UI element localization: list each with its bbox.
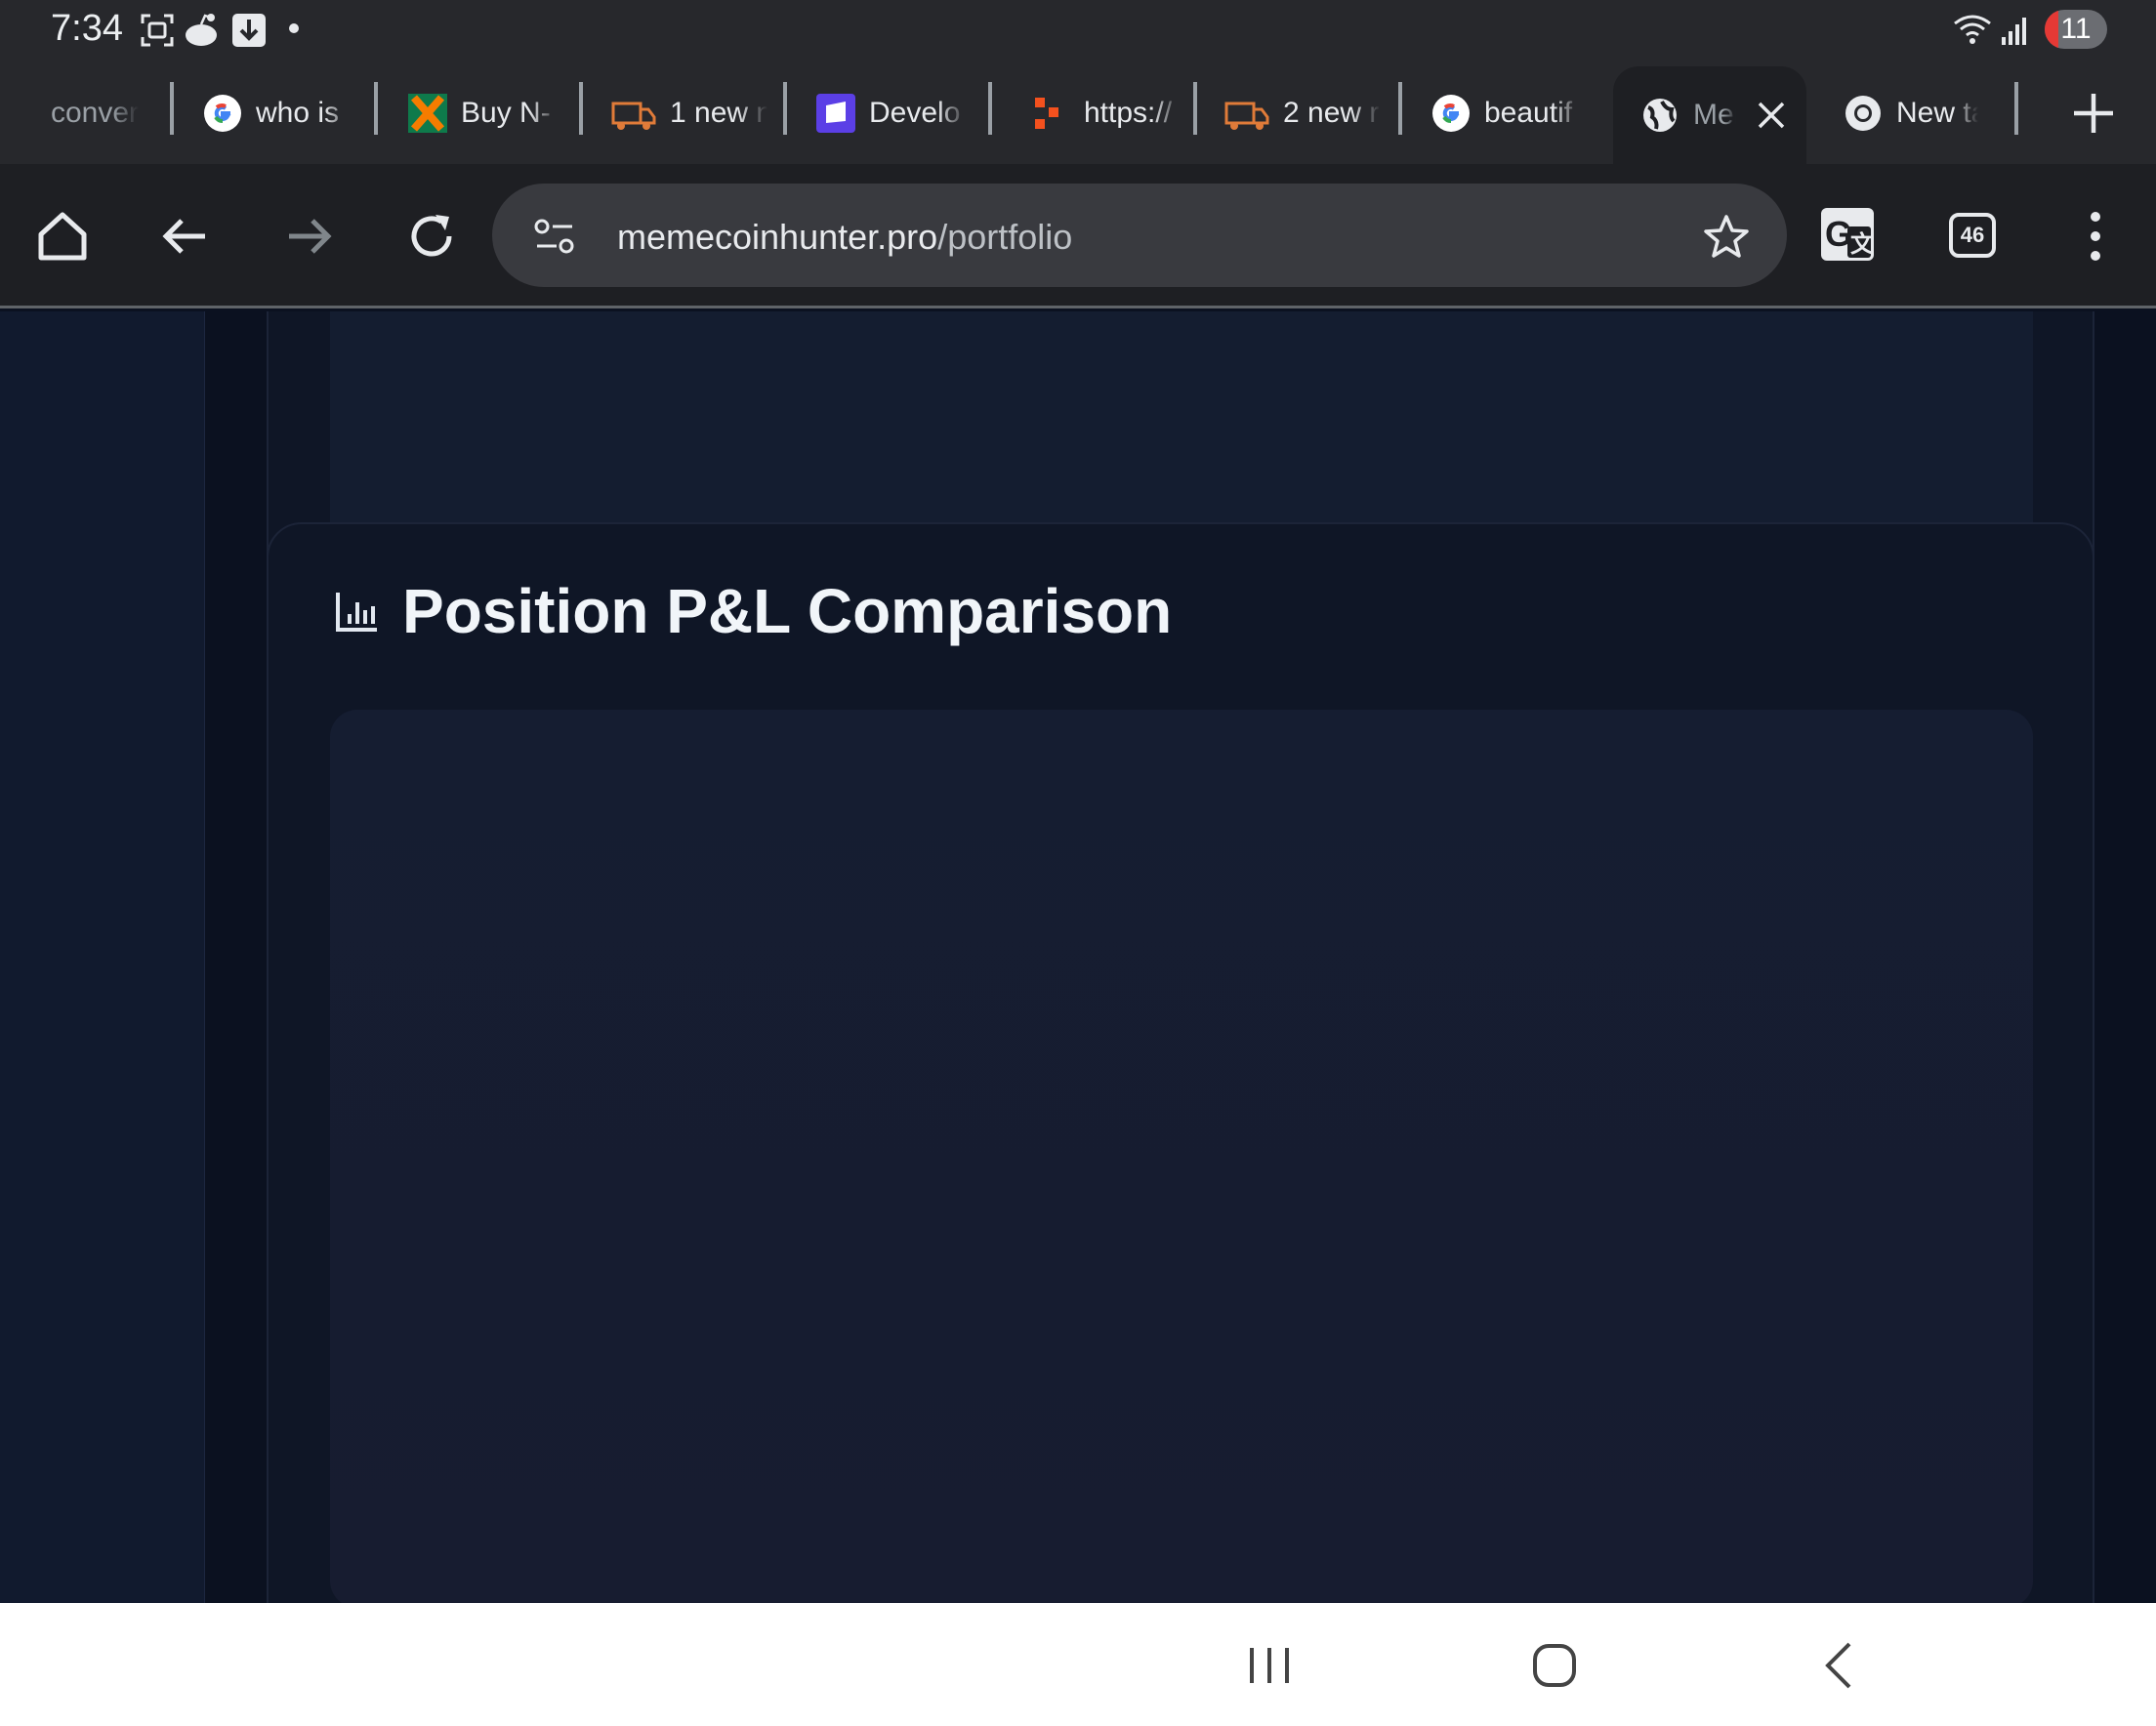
- signal-icon: [2002, 18, 2026, 45]
- purple-app-icon: [816, 94, 855, 133]
- battery-level: 11: [2060, 13, 2092, 45]
- bar-chart-icon: [336, 593, 377, 632]
- tab-label: Develo: [869, 97, 961, 129]
- tab-label: who is: [256, 97, 340, 129]
- tab-7[interactable]: beautif: [1431, 62, 1597, 164]
- card-title: Position P&L Comparison: [402, 576, 1173, 646]
- home-button[interactable]: [33, 207, 92, 266]
- tab-label: conver: [51, 97, 139, 129]
- url-text[interactable]: memecoinhunter.pro/portfolio: [617, 217, 1072, 258]
- translate-icon[interactable]: G 文: [1818, 205, 1877, 264]
- tab-separator: [988, 82, 992, 135]
- forward-button[interactable]: [279, 207, 338, 266]
- recent-apps-button[interactable]: [1240, 1636, 1299, 1695]
- reload-button[interactable]: [402, 207, 461, 266]
- tab-label: Buy N-: [461, 97, 551, 129]
- battery-indicator: 11: [2045, 10, 2107, 49]
- google-icon: [1432, 95, 1470, 132]
- notification-dot: [289, 23, 299, 33]
- tab-label: beautif: [1484, 97, 1573, 129]
- tab-label: 2 new r: [1283, 97, 1380, 129]
- system-navigation-bar: [0, 1603, 2156, 1726]
- tab-separator: [374, 82, 378, 135]
- truck-icon: [1224, 102, 1269, 130]
- wifi-icon: [1954, 15, 1991, 44]
- site-settings-icon[interactable]: [533, 217, 576, 256]
- tab-8-active[interactable]: Mer: [1613, 66, 1806, 164]
- tab-6[interactable]: 2 new r: [1224, 62, 1390, 164]
- chrome-icon: [1845, 96, 1881, 131]
- orange-dots-icon: [1035, 98, 1058, 129]
- browser-toolbar: memecoinhunter.pro/portfolio G 文 46: [0, 164, 2156, 308]
- card-header: Position P&L Comparison: [334, 575, 1172, 647]
- url-domain: memecoinhunter.pro: [617, 217, 938, 257]
- web-page: Position P&L Comparison: [0, 311, 2156, 1603]
- clock: 7:34: [51, 8, 123, 49]
- pnl-comparison-card: Position P&L Comparison: [267, 522, 2094, 1603]
- screenshot-icon: [141, 14, 174, 47]
- reddit-icon: [186, 14, 217, 46]
- x-logo-icon: [408, 94, 447, 133]
- address-bar[interactable]: memecoinhunter.pro/portfolio: [492, 184, 1787, 287]
- more-menu-icon[interactable]: [2066, 207, 2125, 266]
- chart-placeholder: [330, 710, 2033, 1603]
- tab-9[interactable]: New ta: [1844, 62, 1990, 164]
- tab-3[interactable]: 1 new n: [611, 62, 777, 164]
- tab-label: https://: [1084, 97, 1173, 129]
- status-bar: 7:34 11: [0, 0, 2156, 62]
- tab-label: Mer: [1693, 99, 1736, 131]
- tab-count: 46: [1960, 223, 1985, 247]
- tab-separator: [1193, 82, 1197, 135]
- home-nav-button[interactable]: [1525, 1636, 1584, 1695]
- url-path: /portfolio: [937, 217, 1073, 257]
- tab-5[interactable]: https://: [1031, 62, 1197, 164]
- tab-4[interactable]: Develo: [816, 62, 982, 164]
- tab-separator: [2014, 82, 2018, 135]
- truck-icon: [611, 102, 656, 130]
- tab-separator: [579, 82, 583, 135]
- close-icon[interactable]: [1756, 100, 1787, 131]
- tab-label: 1 new n: [670, 97, 767, 129]
- tab-2[interactable]: Buy N-: [408, 62, 574, 164]
- back-nav-button[interactable]: [1812, 1636, 1871, 1695]
- sidebar: [0, 311, 205, 1603]
- svg-text:文: 文: [1850, 230, 1875, 258]
- tab-separator: [1398, 82, 1402, 135]
- download-icon: [232, 14, 266, 47]
- new-tab-button[interactable]: [2066, 86, 2121, 141]
- tab-0[interactable]: conver: [51, 62, 168, 164]
- tab-label: New ta: [1896, 97, 1978, 129]
- globe-icon: [1643, 99, 1677, 132]
- tab-separator: [170, 82, 174, 135]
- tab-separator: [783, 82, 787, 135]
- tab-1[interactable]: who is: [203, 62, 369, 164]
- bookmark-star-icon[interactable]: [1703, 213, 1750, 260]
- tab-switcher-button[interactable]: 46: [1949, 213, 1996, 258]
- back-button[interactable]: [156, 207, 215, 266]
- google-icon: [204, 95, 241, 132]
